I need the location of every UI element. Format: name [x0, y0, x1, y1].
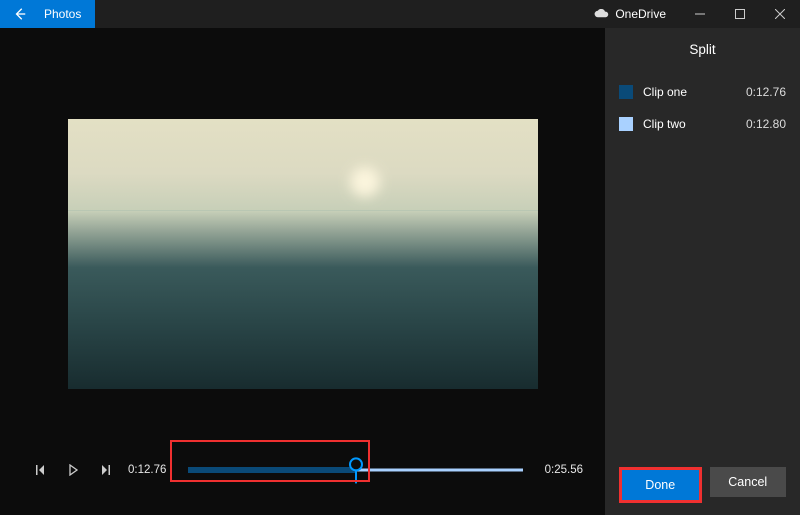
done-button[interactable]: Done [622, 470, 699, 500]
clip-time: 0:12.76 [746, 85, 786, 99]
clip-label: Clip two [643, 117, 736, 131]
panel-title: Split [619, 42, 786, 57]
total-time: 0:25.56 [543, 464, 583, 476]
clip-one-swatch [619, 85, 633, 99]
clip-row[interactable]: Clip one 0:12.76 [619, 85, 786, 99]
split-handle[interactable] [349, 457, 363, 471]
current-time: 0:12.76 [128, 464, 168, 476]
onedrive-status[interactable]: OneDrive [579, 7, 680, 21]
clip-two-range [356, 469, 524, 472]
cloud-icon [593, 9, 609, 19]
maximize-button[interactable] [720, 0, 760, 28]
clip-one-range [188, 467, 356, 473]
cancel-button[interactable]: Cancel [710, 467, 787, 497]
clip-two-swatch [619, 117, 633, 131]
timeline-track[interactable] [188, 455, 523, 485]
minimize-button[interactable] [680, 0, 720, 28]
clip-time: 0:12.80 [746, 117, 786, 131]
split-panel: Split Clip one 0:12.76 Clip two 0:12.80 … [605, 28, 800, 515]
clip-row[interactable]: Clip two 0:12.80 [619, 117, 786, 131]
next-frame-button[interactable] [96, 461, 114, 479]
video-preview[interactable] [68, 119, 538, 389]
close-button[interactable] [760, 0, 800, 28]
editor-main: 0:12.76 0:25.56 [0, 28, 605, 515]
back-button[interactable] [0, 0, 40, 28]
onedrive-label: OneDrive [615, 7, 666, 21]
app-title: Photos [40, 0, 95, 28]
annotation-highlight-done: Done [619, 467, 702, 503]
play-button[interactable] [64, 461, 82, 479]
playback-controls: 0:12.76 0:25.56 [14, 425, 591, 515]
titlebar: Photos OneDrive [0, 0, 800, 28]
clip-label: Clip one [643, 85, 736, 99]
previous-frame-button[interactable] [32, 461, 50, 479]
